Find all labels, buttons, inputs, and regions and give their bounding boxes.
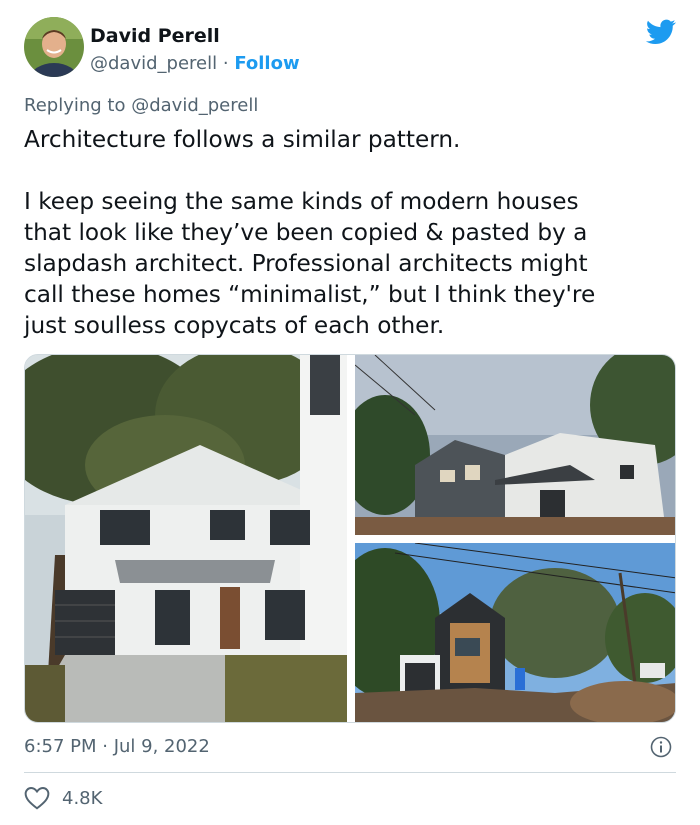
info-icon[interactable] — [650, 736, 672, 758]
avatar[interactable] — [24, 17, 84, 77]
tweet-timestamp[interactable]: 6:57 PM · Jul 9, 2022 — [24, 736, 210, 757]
tweet-text: Architecture follows a similar pattern. … — [24, 124, 676, 341]
tweet-paragraph-2: I keep seeing the same kinds of modern h… — [24, 188, 596, 339]
like-button[interactable]: 4.8K — [24, 786, 102, 810]
media-grid — [24, 354, 676, 723]
reply-prefix: Replying to — [24, 95, 126, 116]
follow-button[interactable]: Follow — [234, 53, 299, 74]
photo-white-house-front[interactable] — [25, 355, 347, 722]
separator-dot: · — [222, 53, 229, 74]
photo-construction-house[interactable] — [355, 543, 675, 722]
heart-icon — [24, 786, 50, 810]
like-count: 4.8K — [62, 787, 103, 809]
twitter-bird-icon[interactable] — [645, 19, 676, 45]
reply-context: Replying to @david_perell — [24, 95, 258, 116]
photo-grey-houses[interactable] — [355, 355, 675, 535]
tweet-card: David Perell @david_perell · Follow Repl… — [0, 0, 700, 825]
tweet-header: David Perell @david_perell · Follow — [24, 17, 676, 79]
author-name[interactable]: David Perell — [90, 25, 220, 47]
author-handle[interactable]: @david_perell — [90, 53, 217, 74]
divider — [24, 772, 676, 773]
handle-line: @david_perell · Follow — [90, 53, 300, 74]
reply-mention[interactable]: @david_perell — [131, 95, 258, 116]
tweet-paragraph-1: Architecture follows a similar pattern. — [24, 126, 461, 153]
